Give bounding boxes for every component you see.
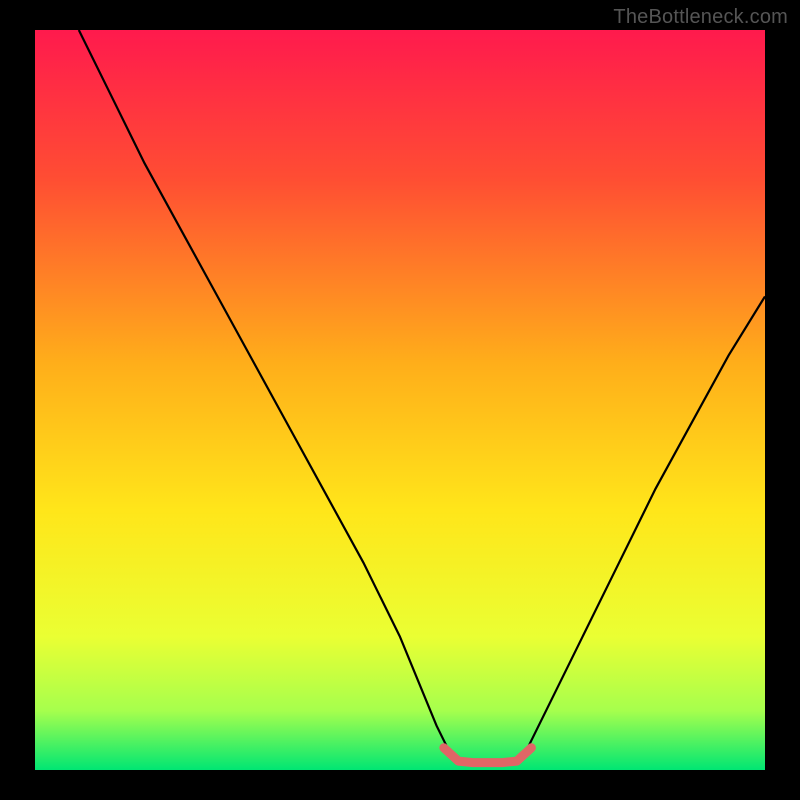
- watermark-text: TheBottleneck.com: [613, 6, 788, 29]
- bottleneck-chart: [0, 0, 800, 800]
- chart-frame: TheBottleneck.com: [0, 0, 800, 800]
- gradient-background: [35, 30, 765, 770]
